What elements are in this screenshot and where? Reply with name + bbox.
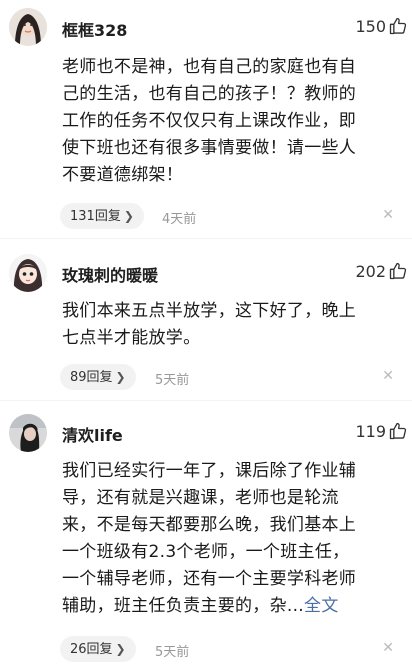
comment-text: 我们本来五点半放学，这下好了，晚上 七点半才能放学。 (62, 298, 400, 352)
reply-count-label: 89回复 (70, 370, 113, 385)
chevron-right-icon: ❯ (123, 209, 134, 223)
username[interactable]: 清欢life (62, 422, 123, 446)
comment-text: 老师也不是神，也有自己的家庭也有自 己的生活，也有自己的孩子！？教师的 工作的任… (62, 54, 400, 189)
reply-count-button[interactable]: 89回复 ❯ (60, 364, 136, 390)
comment-line-text: 辅助，班主任负责主要的，杂... (62, 596, 305, 616)
comment-line: 一个班级有2.3个老师，一个班主任， (62, 542, 350, 562)
username[interactable]: 框框328 (62, 17, 127, 41)
expand-full-text-link[interactable]: 全文 (304, 596, 339, 616)
avatar[interactable] (9, 414, 47, 452)
close-icon[interactable]: ✕ (382, 640, 394, 656)
like-count: 119 (355, 422, 386, 441)
comment-item: 清欢life 119 我们已经实行一年了，课后除了作业辅 导，还有就是兴趣课，老… (0, 402, 412, 669)
chevron-right-icon: ❯ (115, 642, 126, 656)
thumbs-up-outline-icon[interactable] (388, 16, 408, 36)
comment-line: 导，还有就是兴趣课，老师也是轮流 (62, 488, 339, 508)
comment-line: 我们已经实行一年了，课后除了作业辅 (62, 461, 357, 481)
comment-item: 框框328 150 老师也不是神，也有自己的家庭也有自 己的生活，也有自己的孩子… (0, 0, 412, 234)
comment-line: 七点半才能放学。 (62, 328, 201, 348)
comment-line: 来，不是每天都要那么晚，我们基本上 (62, 515, 357, 535)
avatar[interactable] (9, 8, 47, 46)
like-count: 202 (355, 262, 386, 281)
comment-line: 辅助，班主任负责主要的，杂...全文 (62, 593, 400, 620)
comment-line: 使下班也还有很多事情要做！请一些人 (62, 138, 357, 158)
comment-item: 玫瑰刺的暖暖 202 我们本来五点半放学，这下好了，晚上 七点半才能放学。 89… (0, 240, 412, 400)
divider (0, 400, 412, 401)
like-count: 150 (355, 17, 386, 36)
close-icon[interactable]: ✕ (382, 207, 394, 223)
thumbs-up-outline-icon[interactable] (388, 261, 408, 281)
timestamp: 5天前 (155, 645, 190, 660)
comment-line: 己的生活，也有自己的孩子！？教师的 (62, 84, 357, 104)
reply-count-button[interactable]: 131回复 ❯ (60, 203, 144, 229)
reply-count-label: 131回复 (70, 209, 121, 224)
comment-text: 我们已经实行一年了，课后除了作业辅 导，还有就是兴趣课，老师也是轮流 来，不是每… (62, 458, 400, 620)
comment-line: 老师也不是神，也有自己的家庭也有自 (62, 57, 357, 77)
timestamp: 4天前 (162, 212, 197, 227)
divider (0, 238, 412, 239)
comment-line: 工作的任务不仅仅只有上课改作业，即 (62, 111, 357, 131)
reply-count-button[interactable]: 26回复 ❯ (60, 636, 136, 662)
comment-line: 一个辅导老师，还有一个主要学科老师 (62, 569, 357, 589)
thumbs-up-outline-icon[interactable] (388, 421, 408, 441)
chevron-right-icon: ❯ (115, 370, 126, 384)
comment-line: 不要道德绑架！ (62, 165, 184, 185)
username[interactable]: 玫瑰刺的暖暖 (62, 262, 158, 286)
reply-count-label: 26回复 (70, 642, 113, 657)
comment-line: 我们本来五点半放学，这下好了，晚上 (62, 301, 357, 321)
timestamp: 5天前 (155, 373, 190, 388)
close-icon[interactable]: ✕ (382, 368, 394, 384)
avatar[interactable] (9, 254, 47, 292)
